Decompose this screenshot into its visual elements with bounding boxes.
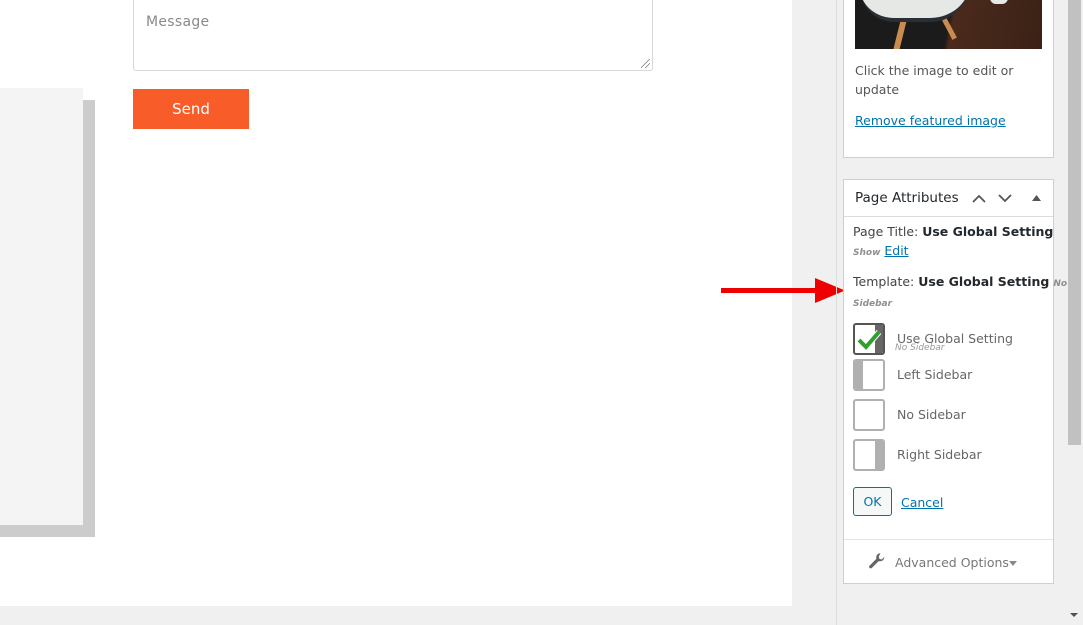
wrench-icon [869,553,885,569]
page-attributes-panel: Page Attributes Page Title: Use Global S… [843,179,1067,584]
check-icon [857,330,881,351]
chair-seat [860,0,970,22]
chair-leg [942,18,957,40]
right-sidebar-layout-icon [853,439,885,471]
page-title-row: Page Title: Use Global Setting [853,224,1053,239]
red-arrow-annotation [721,278,845,303]
panel-header: Page Attributes [844,180,1053,217]
message-placeholder: Message [146,14,210,30]
layout-option-sub: No Sidebar [895,343,945,353]
send-button[interactable]: Send [133,89,249,129]
remove-featured-image-link[interactable]: Remove featured image [855,113,1006,128]
scroll-down-arrow-icon[interactable] [1070,613,1078,617]
card-shadow [0,525,95,537]
page-title-value: Use Global Setting [922,224,1054,239]
featured-image-help: Click the image to edit or update [855,63,1014,97]
gray-content-card [0,88,83,525]
page-title-sub: Show [853,248,881,258]
layout-option-label: No Sidebar [897,407,966,422]
page-title-sub-row: Show Edit [853,243,909,258]
template-sub-row: Sidebar [853,294,892,309]
page-preview: Message Send [0,0,792,606]
panel-title: Page Attributes [855,190,959,206]
sidebar-bar [875,441,883,469]
left-sidebar-layout-icon [853,359,885,391]
advanced-options-label: Advanced Options [895,555,1009,570]
table-object [990,0,1008,4]
template-row: Template: Use Global Setting No [853,274,1067,289]
chevron-up-icon[interactable] [969,188,989,208]
chair-leg [893,19,907,49]
scrollbar-thumb[interactable] [1068,0,1081,445]
use-global-layout-thumb [853,323,885,355]
no-sidebar-layout-icon [853,399,885,431]
edit-page-title-link[interactable]: Edit [884,243,908,258]
template-value: Use Global Setting [918,274,1050,289]
advanced-options-toggle[interactable]: Advanced Options [844,540,1053,584]
chevron-down-icon[interactable] [995,188,1015,208]
cancel-link[interactable]: Cancel [901,495,943,510]
page-title-label: Page Title: [853,224,919,239]
triangle-up-icon[interactable] [1026,188,1046,208]
message-textarea[interactable]: Message [133,0,653,71]
template-sub-part1: No [1053,279,1068,289]
card-shadow [83,100,95,537]
layout-option-label: Left Sidebar [897,367,973,382]
featured-image-panel: Click the image to edit or update Remove… [843,0,1054,158]
template-sub-part2: Sidebar [853,299,893,309]
layout-option-right-sidebar[interactable]: Right Sidebar [853,439,1043,473]
resize-grip-icon[interactable] [641,59,650,68]
sidebar-bar [855,361,863,389]
layout-option-use-global[interactable]: Use Global Setting No Sidebar [853,323,1043,357]
layout-option-label: Right Sidebar [897,447,982,462]
featured-image[interactable] [855,0,1042,49]
caret-down-icon [1009,561,1017,566]
layout-option-left-sidebar[interactable]: Left Sidebar [853,359,1043,393]
ok-button[interactable]: OK [853,487,892,516]
template-label: Template: [853,274,915,289]
column-divider [836,0,837,625]
layout-option-no-sidebar[interactable]: No Sidebar [853,399,1043,433]
